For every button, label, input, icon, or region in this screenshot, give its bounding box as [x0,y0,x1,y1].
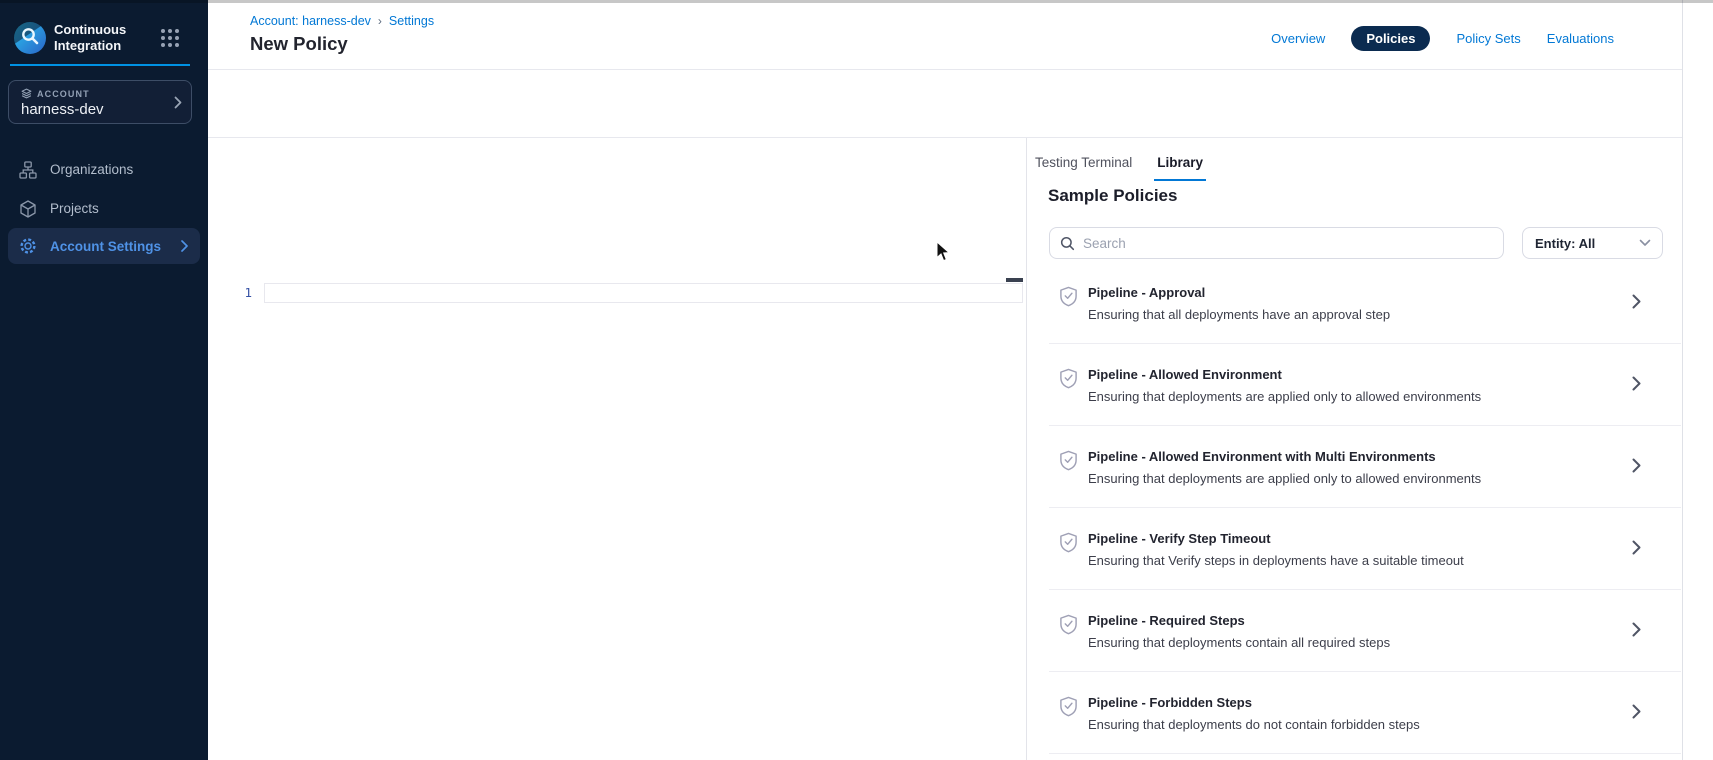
policy-top-nav: Overview Policies Policy Sets Evaluation… [1271,25,1614,51]
sample-policies-heading: Sample Policies [1048,186,1177,206]
sidebar: Continuous Integration ACCOUNT harness [0,0,208,760]
org-chart-icon [18,160,37,179]
entity-filter-value: Entity: All [1535,236,1595,251]
sidebar-item-projects[interactable]: Projects [0,189,208,228]
tab-policy-sets[interactable]: Policy Sets [1456,31,1520,46]
entity-filter-select[interactable]: Entity: All [1522,227,1663,259]
panel-tabs: Testing Terminal Library [1035,155,1206,181]
chevron-right-icon [1632,540,1641,555]
sample-policy-list: Pipeline - Approval Ensuring that all dep… [1049,262,1681,754]
tab-overview[interactable]: Overview [1271,31,1325,46]
editor-overview-ruler-mark [1006,278,1023,282]
editor-current-line [264,283,1023,303]
policy-title: Pipeline - Required Steps [1088,613,1390,628]
chevron-right-icon [1632,458,1641,473]
policy-description: Ensuring that deployments are applied on… [1088,471,1481,486]
account-label: ACCOUNT [37,89,90,99]
policy-title: Pipeline - Allowed Environment with Mult… [1088,449,1481,464]
sidebar-item-label: Organizations [50,162,133,177]
tab-testing-terminal[interactable]: Testing Terminal [1035,155,1132,181]
chevron-right-icon [181,240,188,252]
app-title: Continuous Integration [54,22,154,54]
policy-code-editor[interactable]: 1 [208,138,1026,760]
module-grid-icon[interactable] [159,27,181,49]
policy-row-allowed-environment-multi[interactable]: Pipeline - Allowed Environment with Mult… [1049,426,1681,508]
breadcrumb-separator: › [378,14,382,28]
shield-check-icon [1059,532,1078,553]
tab-evaluations[interactable]: Evaluations [1547,31,1614,46]
policy-row-allowed-environment[interactable]: Pipeline - Allowed Environment Ensuring t… [1049,344,1681,426]
library-panel: Testing Terminal Library Test Sample Pol… [1026,138,1682,760]
policy-description: Ensuring that deployments contain all re… [1088,635,1390,650]
right-rail [1682,0,1713,760]
sidebar-item-label: Account Settings [50,239,161,254]
policy-row-verify-step-timeout[interactable]: Pipeline - Verify Step Timeout Ensuring t… [1049,508,1681,590]
policy-row-approval[interactable]: Pipeline - Approval Ensuring that all dep… [1049,262,1681,344]
breadcrumb-account-link[interactable]: Account: harness-dev [250,14,371,28]
policy-title: Pipeline - Allowed Environment [1088,367,1481,382]
account-selector[interactable]: ACCOUNT harness-dev [8,80,192,124]
main-content: Account: harness-dev › Settings New Poli… [208,0,1682,760]
page-header: Account: harness-dev › Settings New Poli… [208,0,1682,70]
shield-check-icon [1059,368,1078,389]
shield-check-icon [1059,450,1078,471]
policy-row-required-steps[interactable]: Pipeline - Required Steps Ensuring that d… [1049,590,1681,672]
policy-row-forbidden-steps[interactable]: Pipeline - Forbidden Steps Ensuring that … [1049,672,1681,754]
chevron-right-icon [1632,622,1641,637]
policy-title: Pipeline - Approval [1088,285,1390,300]
policy-description: Ensuring that deployments are applied on… [1088,389,1481,404]
policy-toolbar: opa-for-variables Create Policy AI Save [208,70,1682,138]
chevron-right-icon [1632,376,1641,391]
sidebar-accent-divider [10,64,190,66]
account-stack-icon [21,88,32,99]
breadcrumb: Account: harness-dev › Settings [250,14,434,28]
gear-icon [18,237,37,256]
window-top-edge [0,0,1713,3]
search-input[interactable] [1083,236,1493,251]
tab-policies-active[interactable]: Policies [1351,26,1430,51]
sidebar-header: Continuous Integration [0,18,208,62]
breadcrumb-settings-link[interactable]: Settings [389,14,434,28]
chevron-right-icon [174,96,182,109]
harness-ci-logo-icon [12,20,48,56]
shield-check-icon [1059,696,1078,717]
account-name: harness-dev [21,101,104,118]
shield-check-icon [1059,614,1078,635]
search-icon [1060,236,1075,251]
sidebar-item-label: Projects [50,201,99,216]
page-title: New Policy [250,33,348,55]
sidebar-nav: Organizations Projects A [0,150,208,264]
policy-title: Pipeline - Verify Step Timeout [1088,531,1464,546]
editor-line-number: 1 [230,285,252,300]
chevron-down-icon [1639,239,1651,247]
shield-check-icon [1059,286,1078,307]
policy-description: Ensuring that Verify steps in deployment… [1088,553,1464,568]
policy-title: Pipeline - Forbidden Steps [1088,695,1420,710]
chevron-right-icon [1632,294,1641,309]
harness-policy-page: Continuous Integration ACCOUNT harness [0,0,1713,760]
sidebar-item-account-settings[interactable]: Account Settings [8,228,200,264]
policy-description: Ensuring that all deployments have an ap… [1088,307,1390,322]
tab-library[interactable]: Library [1154,155,1206,181]
chevron-right-icon [1632,704,1641,719]
sidebar-item-organizations[interactable]: Organizations [0,150,208,189]
policy-description: Ensuring that deployments do not contain… [1088,717,1420,732]
cube-icon [18,199,37,218]
policy-search [1049,227,1504,259]
